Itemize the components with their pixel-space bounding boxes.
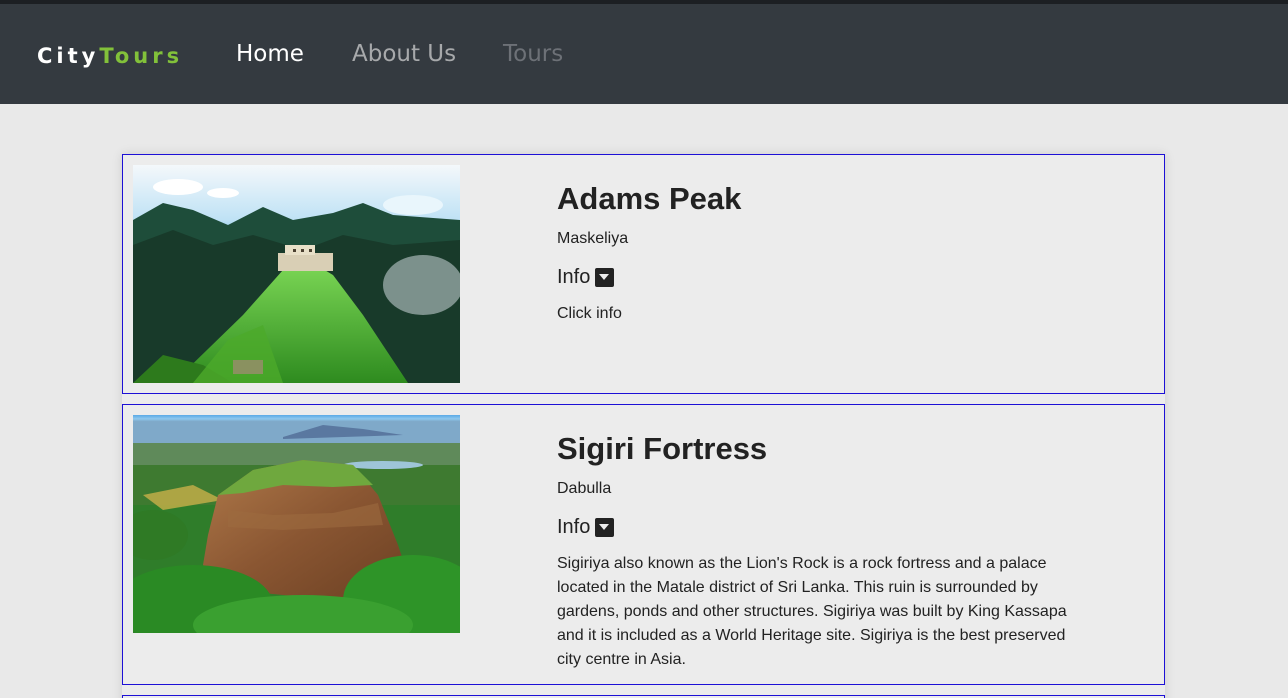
nav-link-about-us[interactable]: About Us bbox=[352, 41, 456, 67]
nav-link-home[interactable]: Home bbox=[236, 41, 304, 67]
tour-location: Maskeliya bbox=[557, 230, 629, 247]
brand-tours: Tours bbox=[99, 44, 184, 68]
info-label: Info bbox=[557, 516, 591, 538]
tour-card: Sigiri Fortress Dabulla Info Sigiriya al… bbox=[122, 404, 1165, 685]
info-toggle[interactable]: Info bbox=[557, 516, 615, 539]
nav-link-tours[interactable]: Tours bbox=[503, 41, 563, 67]
tour-image-sigiri-fortress bbox=[133, 415, 460, 633]
caret-down-square-icon[interactable] bbox=[595, 268, 615, 287]
info-toggle[interactable]: Info bbox=[557, 266, 615, 289]
info-label: Info bbox=[557, 266, 591, 288]
tour-image-adams-peak bbox=[133, 165, 460, 383]
tour-location: Dabulla bbox=[557, 480, 612, 497]
brand-logo[interactable]: CityTours bbox=[37, 44, 183, 68]
brand-city: City bbox=[37, 44, 100, 68]
tour-description: Sigiriya also known as the Lion's Rock i… bbox=[557, 555, 1067, 668]
tour-title: Sigiri Fortress bbox=[557, 431, 768, 466]
tour-description: Click info bbox=[557, 305, 622, 322]
tour-title: Adams Peak bbox=[557, 181, 742, 216]
tour-list: Adams Peak Maskeliya Info Click info Sig… bbox=[122, 154, 1165, 698]
navbar: CityTours Home About Us Tours bbox=[0, 4, 1288, 104]
tour-card: Adams Peak Maskeliya Info Click info bbox=[122, 154, 1165, 394]
caret-down-square-icon[interactable] bbox=[595, 518, 615, 537]
